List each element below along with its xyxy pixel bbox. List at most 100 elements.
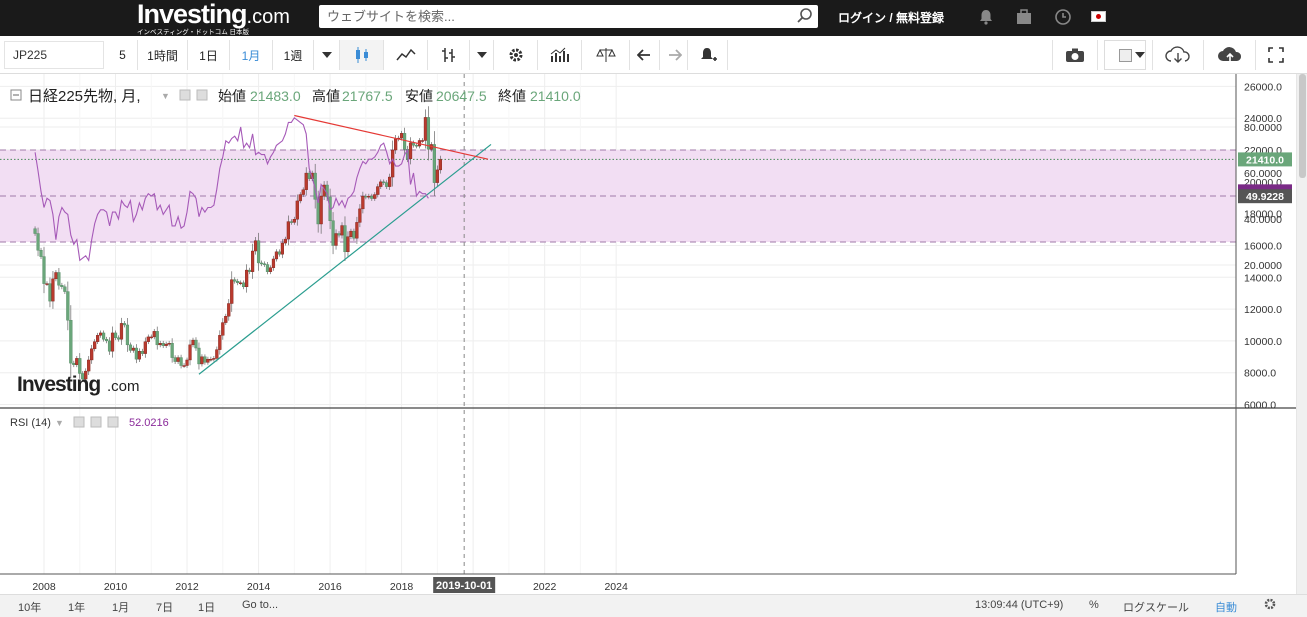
alert-button[interactable] [688,40,728,70]
interval-dropdown[interactable] [314,40,340,70]
range-1y[interactable]: 1年 [68,599,85,615]
log-scale-toggle[interactable]: ログスケール [1123,599,1189,615]
candle [72,360,76,368]
low-label: 安値 [405,88,433,104]
scrollbar-thumb[interactable] [1299,74,1306,178]
bar-type-button[interactable] [428,40,470,70]
redo-button[interactable] [660,40,688,70]
fullscreen-icon [1268,47,1284,63]
settings-button[interactable] [494,40,538,70]
candle-body [432,144,436,183]
candle [248,267,252,275]
candle-body [119,323,124,340]
line-chart-icon [395,48,416,61]
screenshot-button[interactable] [1052,40,1098,70]
interval-1mo[interactable]: 1月 [230,40,273,70]
close-icon[interactable] [107,416,119,428]
bell-icon[interactable] [978,8,994,29]
interval-5[interactable]: 5 [108,40,138,70]
candle-body [206,358,210,363]
legend-dropdown-icon[interactable]: ▼ [161,91,170,101]
login-link[interactable]: ログイン / 無料登録 [838,9,944,26]
range-1mo[interactable]: 1月 [112,599,129,615]
range-7d[interactable]: 7日 [156,599,173,615]
chart-area[interactable]: 26000.0 24000.0 22000.0 20000.0 18000.0 16000… [0,74,1307,617]
candle-body [400,133,404,139]
candle [411,140,416,148]
candle-body [63,286,67,292]
candle-body [385,182,389,187]
chart-canvas[interactable]: 26000.024000.022000.020000.018000.016000… [0,74,1296,594]
percent-scale-toggle[interactable]: % [1089,599,1099,611]
candle-body [402,133,407,150]
gear-icon[interactable] [196,89,208,101]
candles-button[interactable] [340,40,384,70]
clock-icon[interactable] [1054,8,1072,29]
candle [45,281,49,287]
candle-body [113,332,118,338]
candle-body [242,282,246,288]
candle [125,318,130,352]
goto-date-button[interactable]: Go to... [242,599,278,611]
candle-body [69,320,73,364]
candle [188,339,192,366]
line-chart-button[interactable] [384,40,428,70]
fullscreen-button[interactable] [1258,40,1294,70]
undo-button[interactable] [630,40,660,70]
candle-body [36,233,40,251]
cloud-load-button[interactable] [1152,40,1204,70]
rsi-tick-label: 80.0000 [1244,122,1282,134]
cloud-upload-icon [1217,47,1241,62]
vertical-scrollbar[interactable] [1296,74,1307,594]
auto-scale-toggle[interactable]: 自動 [1215,599,1237,615]
candle [113,330,118,341]
candle [268,265,273,275]
candle [185,357,189,368]
candle [48,277,52,308]
search-box[interactable] [319,5,818,28]
rsi-dropdown-icon[interactable]: ▼ [55,418,64,428]
color-picker-dropdown[interactable] [1128,40,1152,70]
candle-body [125,324,130,346]
interval-1h[interactable]: 1時間 [138,40,188,70]
gear-icon[interactable] [1263,597,1277,614]
candle-body [438,159,442,171]
candle-body [382,181,386,184]
candlestick-icon [355,47,368,63]
range-1d[interactable]: 1日 [198,599,215,615]
indicators-button[interactable] [538,40,582,70]
cloud-save-button[interactable] [1204,40,1256,70]
gear-icon[interactable] [90,416,102,428]
candle-body [292,219,296,223]
search-icon[interactable] [796,7,814,28]
eye-icon[interactable] [73,416,85,428]
portfolio-icon[interactable] [1015,8,1033,29]
compare-button[interactable] [582,40,630,70]
candle [271,255,276,271]
candle [209,356,213,362]
candle-body [346,236,350,253]
search-input[interactable] [327,8,787,25]
symbol-field[interactable]: JP225 [4,41,104,69]
japan-flag-icon[interactable] [1091,11,1106,22]
range-10y[interactable]: 10年 [18,599,41,615]
candle-body [75,358,79,365]
time-axis[interactable]: 2008201020122014201620182020202220242019… [0,573,1296,594]
eye-icon[interactable] [179,89,191,101]
candle-body [155,331,159,346]
interval-1w[interactable]: 1週 [273,40,314,70]
candle-body [78,358,82,374]
grid-lines [0,74,1236,574]
candle [200,354,204,367]
candle-body [394,138,398,151]
candle-body [233,279,237,282]
interval-1d[interactable]: 1日 [188,40,230,70]
candle-body [122,323,127,326]
chart-type-dropdown[interactable] [470,40,494,70]
gear-icon [509,48,522,62]
candle [239,280,243,286]
candle [101,330,106,342]
candle-body [298,194,302,202]
candle-body [54,272,58,280]
candle [146,334,150,345]
